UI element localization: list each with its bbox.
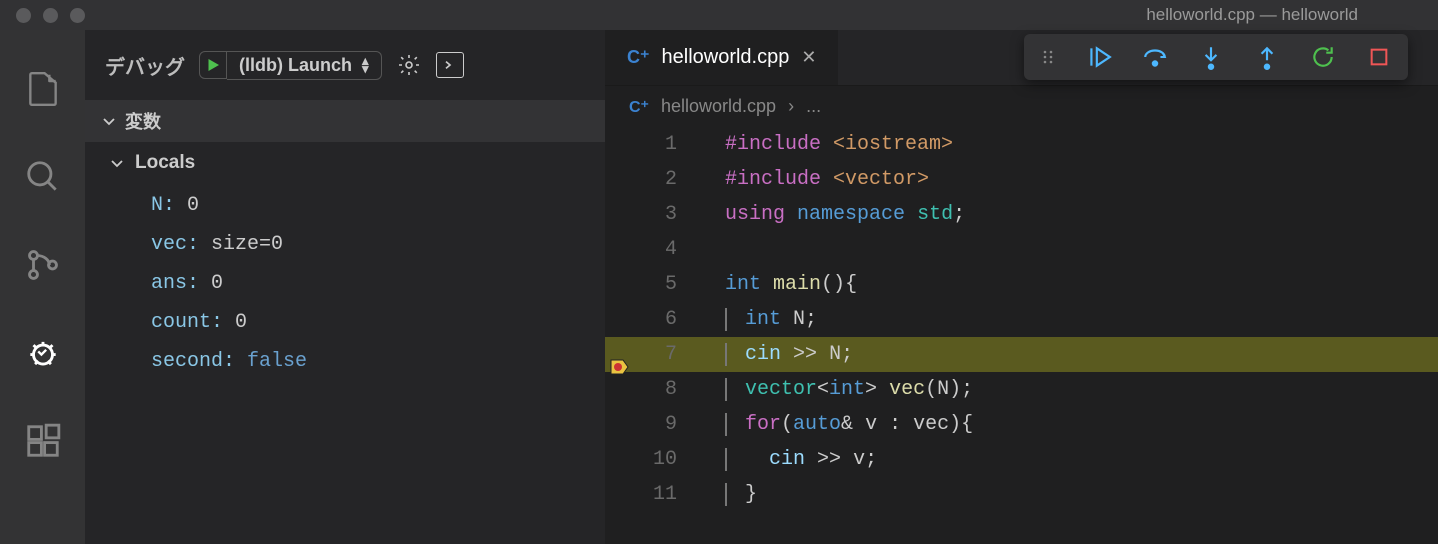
variables-section-header[interactable]: 変数 <box>85 100 605 142</box>
code-editor[interactable]: 1#include <iostream> 2#include <vector> … <box>605 127 1438 544</box>
line-number[interactable]: 5 <box>605 267 705 302</box>
extensions-icon[interactable] <box>24 422 62 460</box>
source-control-icon[interactable] <box>24 246 62 284</box>
activity-bar <box>0 30 85 544</box>
start-debug-button[interactable] <box>199 51 227 79</box>
cpp-file-icon: C⁺ <box>627 47 650 68</box>
variable-row[interactable]: ans: 0 <box>85 264 605 303</box>
locals-header[interactable]: Locals <box>85 142 605 184</box>
line-number[interactable]: 10 <box>605 442 705 477</box>
window-title: helloworld.cpp — helloworld <box>85 5 1438 25</box>
restart-button[interactable] <box>1310 44 1336 70</box>
line-number[interactable]: 4 <box>605 232 705 267</box>
search-icon[interactable] <box>24 158 62 196</box>
step-into-button[interactable] <box>1198 44 1224 70</box>
line-number[interactable]: 7 <box>605 337 705 372</box>
breadcrumb-rest: ... <box>806 96 821 117</box>
close-tab-icon[interactable]: ✕ <box>801 47 816 68</box>
variable-row[interactable]: N: 0 <box>85 186 605 225</box>
locals-label: Locals <box>135 152 195 174</box>
variable-row[interactable]: count: 0 <box>85 303 605 342</box>
titlebar: helloworld.cpp — helloworld <box>0 0 1438 30</box>
drag-handle-icon[interactable] <box>1040 49 1056 65</box>
line-number[interactable]: 9 <box>605 407 705 442</box>
line-number[interactable]: 11 <box>605 477 705 512</box>
minimize-window-button[interactable] <box>43 8 58 23</box>
dropdown-arrows-icon: ▴▾ <box>362 57 369 73</box>
variables-list: N: 0 vec: size=0 ans: 0 count: 0 second:… <box>85 184 605 383</box>
editor-tab[interactable]: C⁺ helloworld.cpp ✕ <box>605 30 839 85</box>
continue-button[interactable] <box>1086 44 1112 70</box>
debug-config-select[interactable]: (lldb) Launch ▴▾ <box>227 51 382 80</box>
editor-area: C⁺ helloworld.cpp ✕ C⁺ helloworld.cpp › … <box>605 30 1438 544</box>
variable-row[interactable]: vec: size=0 <box>85 225 605 264</box>
step-over-button[interactable] <box>1142 44 1168 70</box>
line-number[interactable]: 8 <box>605 372 705 407</box>
line-number[interactable]: 1 <box>605 127 705 162</box>
line-number[interactable]: 3 <box>605 197 705 232</box>
close-window-button[interactable] <box>16 8 31 23</box>
debug-icon[interactable] <box>24 334 62 372</box>
debug-sidebar: デバッグ (lldb) Launch ▴▾ 変数 <box>85 30 605 544</box>
chevron-down-icon <box>101 113 117 129</box>
gear-icon[interactable] <box>396 52 422 78</box>
stop-button[interactable] <box>1366 44 1392 70</box>
step-out-button[interactable] <box>1254 44 1280 70</box>
debug-config-label: (lldb) Launch <box>239 55 352 76</box>
breadcrumb-separator: › <box>788 96 794 117</box>
breadcrumb-file: helloworld.cpp <box>661 96 776 117</box>
debug-console-icon[interactable] <box>436 52 464 78</box>
chevron-down-icon <box>109 155 125 171</box>
variables-label: 変数 <box>125 108 161 134</box>
debug-header: デバッグ (lldb) Launch ▴▾ <box>85 30 605 100</box>
line-number[interactable]: 2 <box>605 162 705 197</box>
window-controls <box>0 8 85 23</box>
debug-toolbar <box>1024 34 1408 80</box>
cpp-file-icon: C⁺ <box>629 97 649 117</box>
line-number[interactable]: 6 <box>605 302 705 337</box>
variable-row[interactable]: second: false <box>85 342 605 381</box>
debug-title: デバッグ <box>105 51 185 80</box>
breadcrumb[interactable]: C⁺ helloworld.cpp › ... <box>605 86 1438 127</box>
maximize-window-button[interactable] <box>70 8 85 23</box>
explorer-icon[interactable] <box>24 70 62 108</box>
tab-label: helloworld.cpp <box>662 46 790 69</box>
